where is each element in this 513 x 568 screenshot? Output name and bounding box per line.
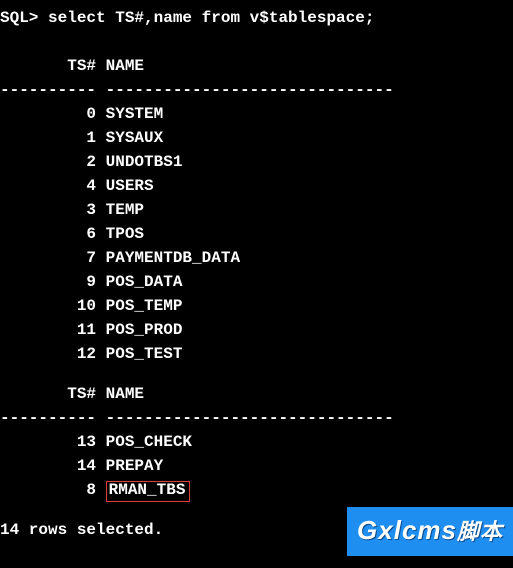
separator-1: ---------- -----------------------------… bbox=[0, 78, 513, 102]
table-row: 0 SYSTEM bbox=[0, 102, 513, 126]
table-row: 10 POS_TEMP bbox=[0, 294, 513, 318]
separator-2: ---------- -----------------------------… bbox=[0, 406, 513, 430]
table-row: 1 SYSAUX bbox=[0, 126, 513, 150]
table-row: 6 TPOS bbox=[0, 222, 513, 246]
result-block-2: 13 POS_CHECK 14 PREPAY 8 RMAN_TBS bbox=[0, 430, 513, 502]
watermark-badge: Gxlcms脚本 bbox=[347, 507, 513, 556]
column-header-1: TS# NAME bbox=[0, 54, 513, 78]
table-row: 3 TEMP bbox=[0, 198, 513, 222]
blank-line bbox=[0, 38, 513, 54]
table-row: 2 UNDOTBS1 bbox=[0, 150, 513, 174]
table-row: 7 PAYMENTDB_DATA bbox=[0, 246, 513, 270]
table-row: 4 USERS bbox=[0, 174, 513, 198]
table-row: 12 POS_TEST bbox=[0, 342, 513, 366]
watermark-main: Gxlcms bbox=[357, 515, 457, 545]
blank-line bbox=[0, 366, 513, 382]
highlighted-name: RMAN_TBS bbox=[106, 481, 191, 502]
sql-prompt: SQL> select TS#,name from v$tablespace; bbox=[0, 6, 513, 30]
table-row: 8 RMAN_TBS bbox=[0, 478, 513, 502]
column-header-2: TS# NAME bbox=[0, 382, 513, 406]
table-row: 14 PREPAY bbox=[0, 454, 513, 478]
table-row: 9 POS_DATA bbox=[0, 270, 513, 294]
watermark-sub: 脚本 bbox=[457, 519, 503, 544]
table-row: 13 POS_CHECK bbox=[0, 430, 513, 454]
result-block-1: 0 SYSTEM 1 SYSAUX 2 UNDOTBS1 4 USERS 3 T… bbox=[0, 102, 513, 366]
table-row: 11 POS_PROD bbox=[0, 318, 513, 342]
